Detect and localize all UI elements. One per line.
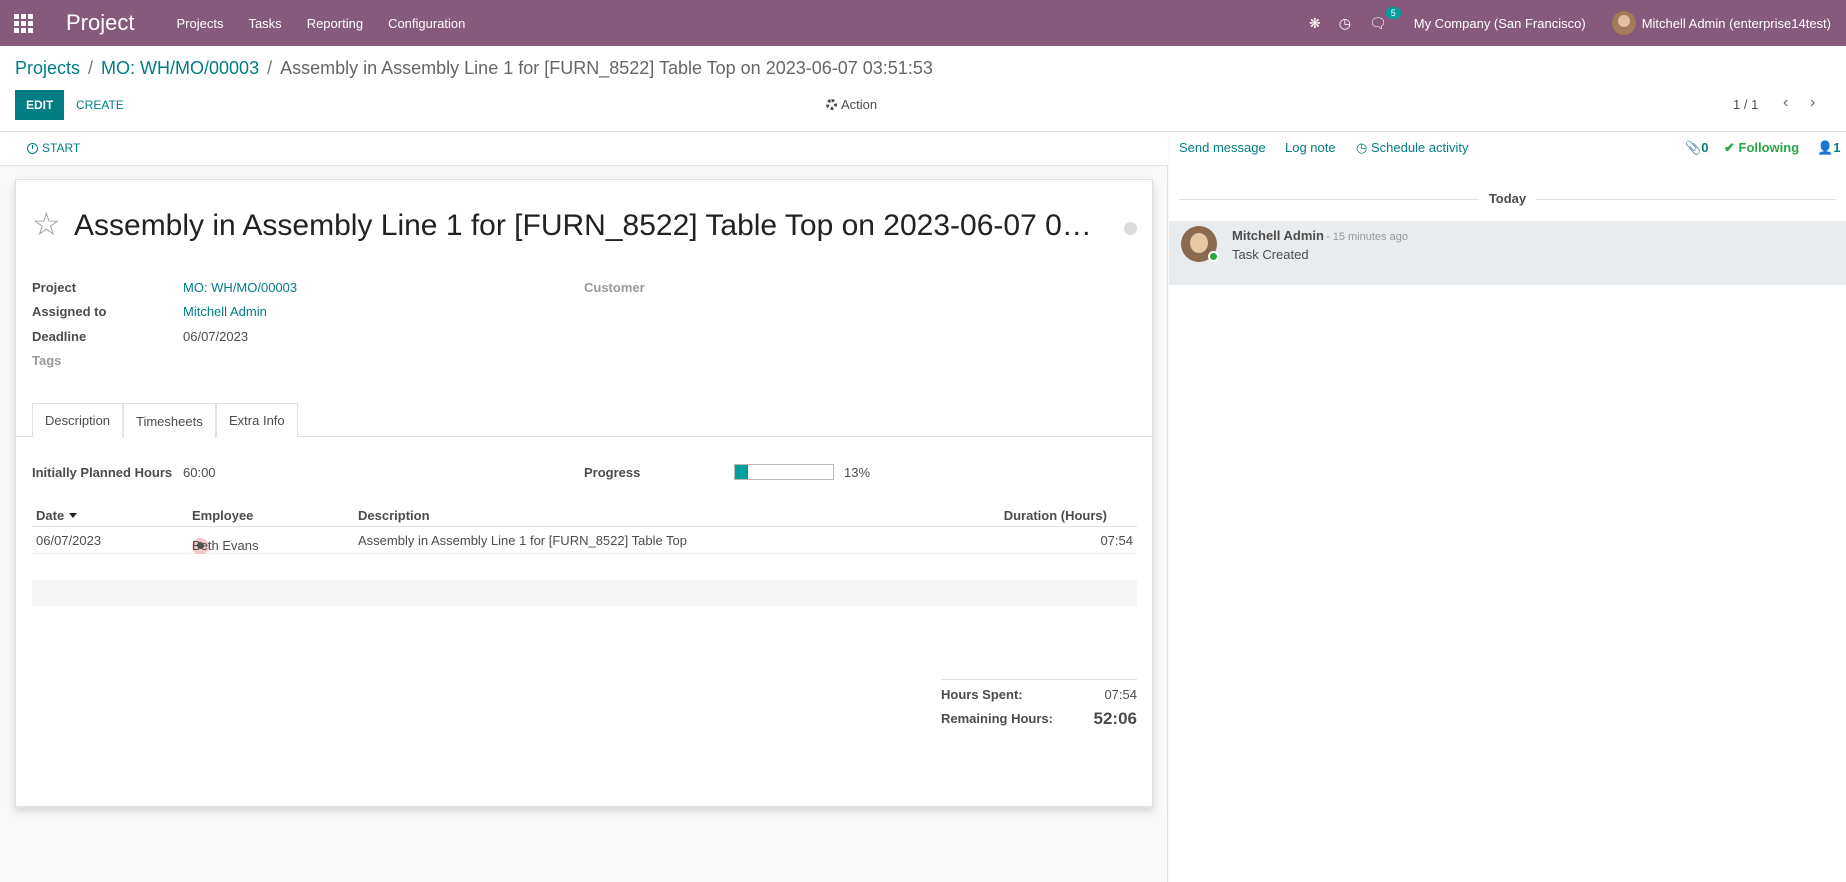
start-label: START [42, 141, 81, 155]
menu-projects[interactable]: Projects [176, 16, 223, 31]
project-link[interactable]: MO: WH/MO/00003 [183, 280, 297, 295]
control-panel: Projects / MO: WH/MO/00003 / Assembly in… [0, 46, 1846, 132]
tags-label: Tags [32, 353, 62, 368]
col-employee[interactable]: Employee [192, 508, 253, 523]
user-menu[interactable]: Mitchell Admin (enterprise14test) [1642, 16, 1831, 31]
hours-spent-value: 07:54 [1104, 687, 1137, 702]
bug-icon[interactable]: ❋ [1309, 15, 1321, 32]
assigned-label: Assigned to [32, 304, 107, 319]
followers-button[interactable]: 👤1 [1817, 140, 1840, 156]
clock-icon[interactable]: ◷ [1339, 15, 1351, 32]
clock-icon: ◷ [1356, 140, 1371, 155]
menu-configuration[interactable]: Configuration [388, 16, 465, 31]
table-row-empty [32, 554, 1137, 580]
deadline-label: Deadline [32, 329, 87, 344]
edit-button[interactable]: EDIT [15, 90, 65, 120]
assigned-link[interactable]: Mitchell Admin [183, 304, 267, 319]
task-title: Assembly in Assembly Line 1 for [FURN_85… [74, 209, 1092, 242]
log-note-button[interactable]: Log note [1285, 140, 1336, 155]
chatter-message: Mitchell Admin - 15 minutes ago Task Cre… [1169, 221, 1846, 285]
paperclip-icon: 📎 [1685, 140, 1702, 155]
start-button[interactable]: START [27, 141, 80, 155]
project-label: Project [32, 280, 77, 295]
apps-grid-icon[interactable] [0, 0, 46, 46]
customer-label: Customer [584, 280, 645, 295]
app-name[interactable]: Project [66, 10, 134, 36]
action-menu[interactable]: Action [826, 97, 877, 112]
breadcrumb-projects[interactable]: Projects [15, 58, 80, 79]
form-view: START ☆ Assembly in Assembly Line 1 for … [0, 132, 1168, 882]
progress-text: 13% [844, 465, 871, 480]
chat-icon[interactable]: 🗨 5 [1369, 6, 1401, 32]
menu-reporting[interactable]: Reporting [307, 16, 363, 31]
tab-extra-info[interactable]: Extra Info [216, 403, 298, 437]
create-button[interactable]: CREATE [76, 90, 124, 120]
planned-hours-value: 60:00 [183, 465, 216, 480]
chevron-right-icon[interactable]: › [1810, 94, 1815, 112]
progress-fill [735, 465, 748, 479]
table-row[interactable]: 06/07/2023 Beth Evans Assembly in Assemb… [32, 528, 1137, 555]
attachments-button[interactable]: 📎0 [1685, 140, 1708, 156]
send-message-button[interactable]: Send message [1179, 140, 1266, 155]
message-date: - 15 minutes ago [1326, 231, 1408, 243]
action-label: Action [841, 97, 878, 112]
check-icon: ✔ [1724, 140, 1739, 155]
hours-spent-label: Hours Spent: [941, 687, 1023, 702]
row-date: 06/07/2023 [36, 533, 102, 548]
breadcrumb: Projects / MO: WH/MO/00003 / Assembly in… [15, 58, 933, 79]
messages-badge: 5 [1385, 6, 1401, 19]
progress-label: Progress [584, 465, 641, 480]
kanban-state-icon[interactable] [1124, 222, 1137, 235]
menu-tasks[interactable]: Tasks [248, 16, 281, 31]
online-status-icon [1208, 251, 1219, 262]
breadcrumb-current: Assembly in Assembly Line 1 for [FURN_85… [280, 58, 933, 78]
pager-value[interactable]: 1 / 1 [1733, 97, 1758, 112]
form-sheet: ☆ Assembly in Assembly Line 1 for [FURN_… [15, 179, 1153, 807]
schedule-activity-button[interactable]: ◷ Schedule activity [1356, 140, 1469, 156]
message-body: Task Created [1232, 247, 1309, 262]
star-icon[interactable]: ☆ [32, 208, 61, 240]
col-description[interactable]: Description [358, 508, 430, 523]
user-avatar[interactable] [1611, 11, 1636, 35]
statusbar: START [0, 132, 1168, 166]
chatter: Send message Log note ◷ Schedule activit… [1169, 132, 1846, 882]
gear-icon [826, 99, 837, 110]
remaining-hours-label: Remaining Hours: [941, 711, 1053, 726]
row-description: Assembly in Assembly Line 1 for [FURN_85… [358, 533, 688, 548]
timesheet-table-header: Date Employee Description Duration (Hour… [32, 503, 1137, 527]
remaining-hours-value: 52:06 [1093, 709, 1137, 728]
timer-icon [27, 142, 38, 154]
breadcrumb-mo[interactable]: MO: WH/MO/00003 [101, 58, 259, 79]
user-icon: 👤 [1817, 140, 1834, 155]
table-row-empty [32, 606, 1137, 632]
progress-bar [734, 464, 834, 480]
row-duration: 07:54 [1100, 533, 1133, 548]
tab-timesheets[interactable]: Timesheets [123, 403, 216, 438]
col-date[interactable]: Date [36, 508, 78, 523]
following-button[interactable]: ✔ Following [1724, 140, 1799, 156]
chatter-topbar: Send message Log note ◷ Schedule activit… [1169, 132, 1846, 166]
timesheet-totals: Hours Spent: 07:54 Remaining Hours: 52:0… [941, 679, 1137, 728]
tab-description[interactable]: Description [32, 403, 124, 437]
chevron-left-icon[interactable]: ‹ [1783, 94, 1788, 112]
date-separator: Today [1169, 191, 1846, 206]
planned-hours-label: Initially Planned Hours [32, 465, 173, 480]
company-switcher[interactable]: My Company (San Francisco) [1414, 16, 1586, 31]
table-row-empty [32, 580, 1137, 606]
top-navbar: Project Projects Tasks Reporting Configu… [0, 0, 1846, 46]
col-duration[interactable]: Duration (Hours) [1004, 508, 1107, 523]
deadline-value: 06/07/2023 [183, 329, 249, 344]
notebook-tabs: Description Timesheets Extra Info [16, 403, 1152, 438]
sort-down-icon [69, 513, 78, 518]
message-author[interactable]: Mitchell Admin [1232, 228, 1324, 243]
